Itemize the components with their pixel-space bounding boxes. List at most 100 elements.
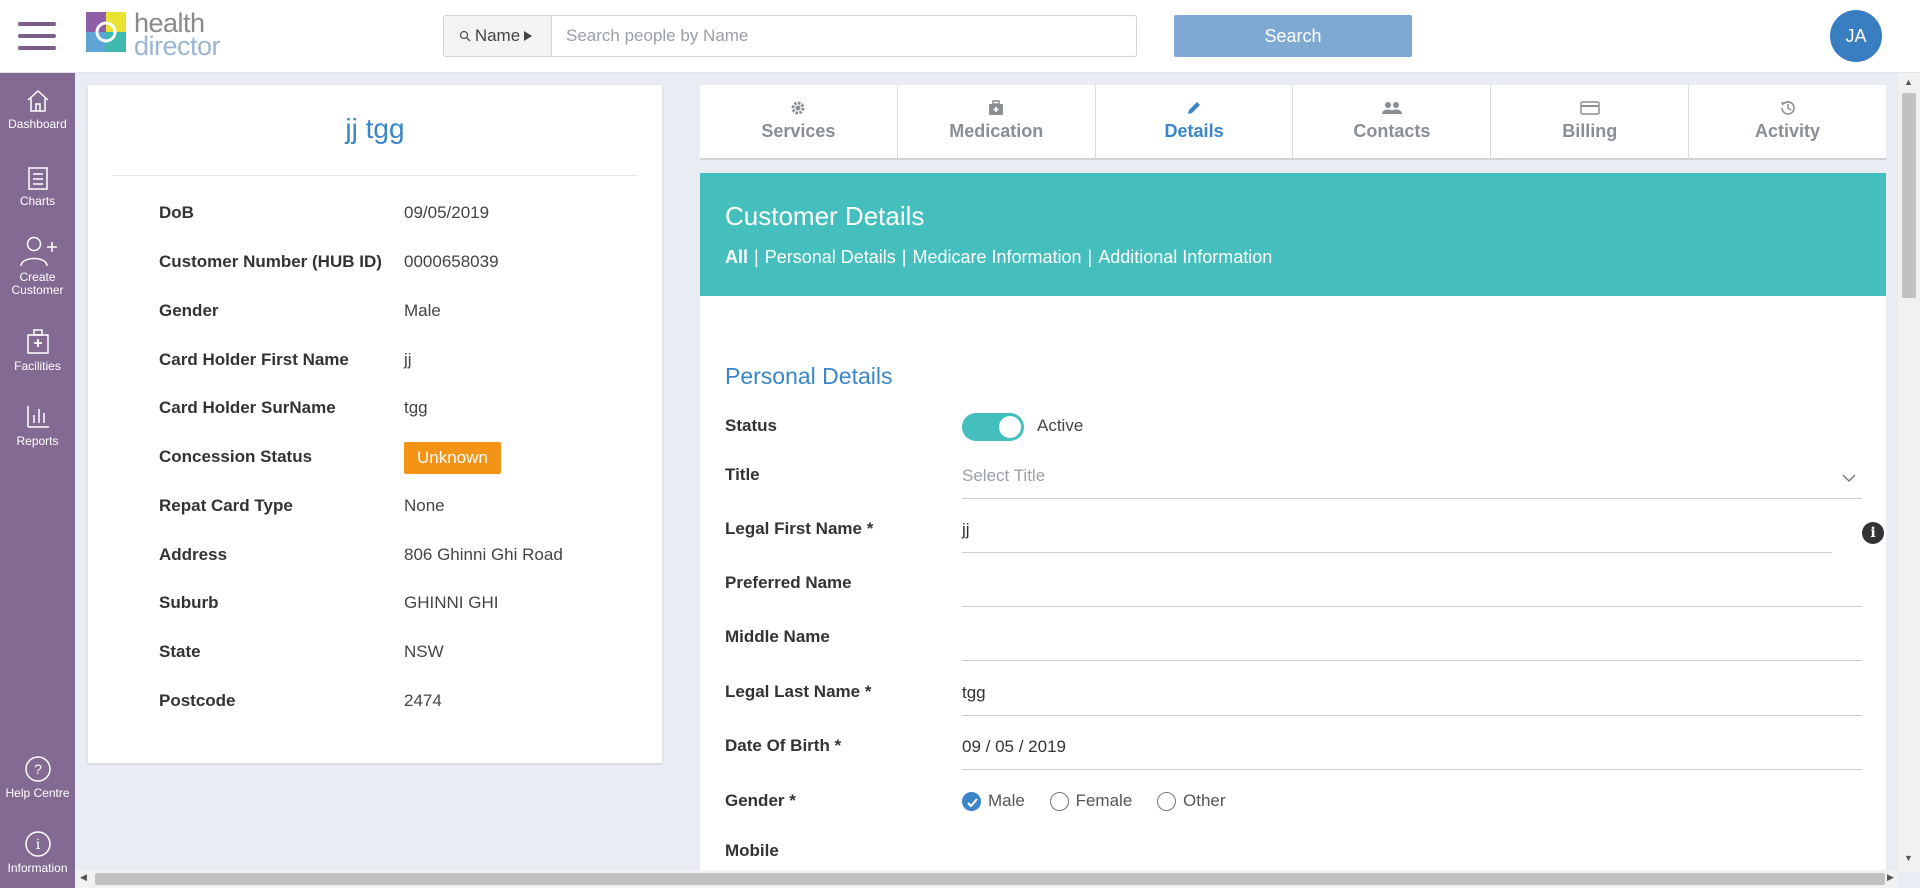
gender-radio-male[interactable]: Male (962, 791, 1025, 811)
preferred-name-label: Preferred Name (725, 573, 852, 592)
medkit-icon (989, 100, 1004, 115)
title-select[interactable]: Select Title (962, 465, 1862, 499)
search-icon (459, 30, 471, 42)
tab-billing[interactable]: Billing (1491, 85, 1690, 158)
menu-icon[interactable] (18, 22, 56, 52)
summary-row-gender: Gender Male (159, 301, 639, 325)
legal-last-name-field[interactable]: tgg (962, 682, 1862, 716)
form-row-date-of-birth: Date Of Birth * 09 / 05 / 2019 (725, 736, 1865, 776)
middle-name-field[interactable] (962, 627, 1862, 661)
summary-row-card-holder-surname: Card Holder SurName tgg (159, 398, 639, 422)
row-value: GHINNI GHI (404, 593, 499, 612)
tab-contacts[interactable]: Contacts (1293, 85, 1492, 158)
date-of-birth-field[interactable]: 09 / 05 / 2019 (962, 736, 1862, 770)
tab-label: Contacts (1353, 121, 1431, 141)
sidebar-item-dashboard[interactable]: Dashboard (0, 88, 75, 131)
facilities-icon (26, 329, 49, 354)
vertical-scrollbar[interactable]: ▲ ▼ (1898, 73, 1920, 873)
row-value: 09/05/2019 (404, 203, 490, 222)
row-value: None (404, 496, 445, 515)
radio-label: Male (988, 791, 1025, 810)
summary-row-postcode: Postcode 2474 (159, 691, 639, 715)
scroll-left-icon[interactable]: ◀ (80, 872, 87, 883)
link-personal-details[interactable]: Personal Details (765, 247, 896, 267)
gender-radio-other[interactable]: Other (1157, 791, 1226, 811)
sidebar-item-facilities[interactable]: Facilities (0, 328, 75, 373)
caret-right-icon (524, 31, 533, 41)
customer-details-panel: Customer Details All | Personal Details | Me… (700, 173, 1886, 888)
separator: | (901, 247, 907, 267)
tab-label: Medication (949, 121, 1044, 141)
tab-label: Billing (1562, 121, 1618, 141)
title-select-placeholder: Select Title (962, 466, 1046, 485)
sidebar-item-charts[interactable]: Charts (0, 165, 75, 208)
sidebar-item-label: Help Centre (5, 786, 70, 800)
legal-first-name-field[interactable]: jj (962, 519, 1832, 553)
link-all[interactable]: All (725, 247, 748, 267)
sidebar-item-create-customer[interactable]: Create Customer (0, 235, 75, 297)
info-icon[interactable]: i (1862, 522, 1884, 544)
form-row-gender: Gender * Male Female Other (725, 791, 1865, 831)
mobile-label: Mobile (725, 841, 779, 860)
status-toggle[interactable] (962, 413, 1024, 441)
svg-text:?: ? (34, 761, 42, 777)
link-additional-information[interactable]: Additional Information (1098, 247, 1272, 267)
row-value: Male (404, 301, 441, 320)
preferred-name-field[interactable] (962, 573, 1862, 607)
row-value: jj (404, 350, 412, 369)
chevron-down-icon (1842, 474, 1856, 482)
form-row-middle-name: Middle Name (725, 627, 1865, 667)
radio-checked-icon (962, 792, 981, 811)
link-medicare-information[interactable]: Medicare Information (912, 247, 1081, 267)
sidebar-item-label: Information (7, 861, 68, 875)
sidebar-item-help-centre[interactable]: ? Help Centre (0, 755, 75, 800)
tab-details[interactable]: Details (1096, 85, 1294, 158)
customer-tabs: Services Medication Details Contacts Bil… (700, 85, 1886, 160)
search-type-dropdown[interactable]: Name (444, 16, 552, 56)
row-value: 0000658039 (404, 252, 499, 271)
row-label: State (159, 642, 201, 661)
scrollbar-thumb[interactable] (95, 873, 1885, 885)
status-label: Status (725, 416, 777, 435)
scrollbar-thumb[interactable] (1902, 93, 1916, 298)
radio-label: Other (1183, 791, 1226, 810)
row-value: tgg (404, 398, 428, 417)
row-label: Card Holder SurName (159, 398, 336, 417)
scroll-right-icon[interactable]: ▶ (1887, 872, 1894, 883)
horizontal-scrollbar[interactable]: ◀ ▶ (75, 870, 1898, 888)
legal-first-name-label: Legal First Name * (725, 519, 874, 538)
logo-mark-icon (86, 12, 126, 52)
sidebar-item-information[interactable]: i Information (0, 830, 75, 875)
separator: | (754, 247, 759, 267)
tab-medication[interactable]: Medication (898, 85, 1096, 158)
tab-services[interactable]: Services (700, 85, 898, 158)
gender-label: Gender * (725, 791, 796, 810)
svg-text:i: i (35, 837, 40, 853)
user-avatar[interactable]: JA (1830, 10, 1882, 62)
row-label: Address (159, 545, 228, 564)
tab-activity[interactable]: Activity (1689, 85, 1886, 158)
details-header: Customer Details All | Personal Details | Me… (700, 173, 1886, 296)
form-row-status: Status Active (725, 413, 1865, 456)
row-value: 2474 (404, 691, 442, 710)
summary-row-dob: DoB 09/05/2019 (159, 203, 639, 227)
sidebar-item-label: Charts (19, 194, 56, 208)
summary-row-repat-card-type: Repat Card Type None (159, 496, 639, 520)
search-button[interactable]: Search (1174, 15, 1412, 57)
row-label: Concession Status (159, 447, 313, 466)
add-user-icon (19, 236, 57, 267)
gender-radio-female[interactable]: Female (1049, 791, 1132, 811)
row-value: 806 Ghinni Ghi Road (404, 545, 563, 564)
health-director-logo[interactable]: health director (86, 10, 226, 60)
sidebar-item-reports[interactable]: Reports (0, 403, 75, 448)
legal-last-name-label: Legal Last Name * (725, 682, 872, 701)
help-icon: ? (24, 756, 51, 782)
scroll-up-icon[interactable]: ▲ (1904, 77, 1913, 87)
status-value: Active (1037, 416, 1084, 435)
summary-row-customer-number: Customer Number (HUB ID) 0000658039 (159, 252, 639, 276)
scroll-down-icon[interactable]: ▼ (1904, 853, 1913, 863)
sidebar-item-label: Reports (16, 434, 59, 448)
form-row-title: Title Select Title (725, 465, 1865, 505)
search-input[interactable] (554, 16, 1134, 56)
customer-summary-card: jj tgg DoB 09/05/2019 Customer Number (HU… (88, 85, 662, 763)
